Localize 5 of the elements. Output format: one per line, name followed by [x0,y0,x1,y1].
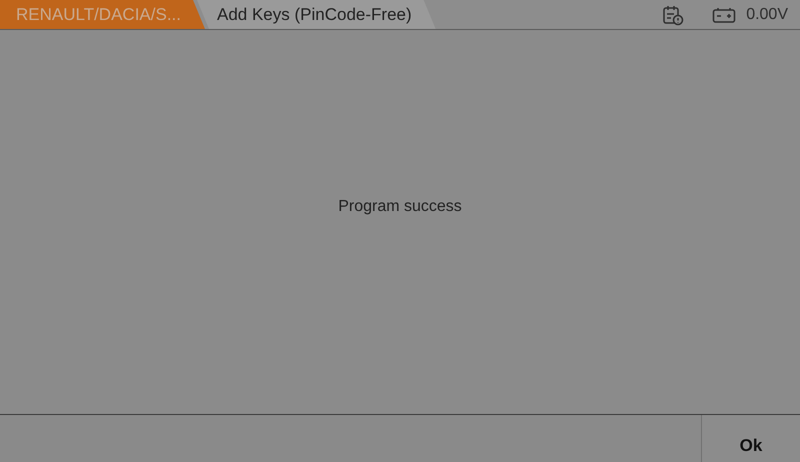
breadcrumb-tab[interactable]: Add Keys (PinCode-Free) [197,0,436,29]
status-message: Program success [338,198,462,216]
battery-icon [712,6,736,24]
calendar-alert-icon[interactable] [662,4,684,26]
voltage-reading: 0.00V [746,6,788,24]
